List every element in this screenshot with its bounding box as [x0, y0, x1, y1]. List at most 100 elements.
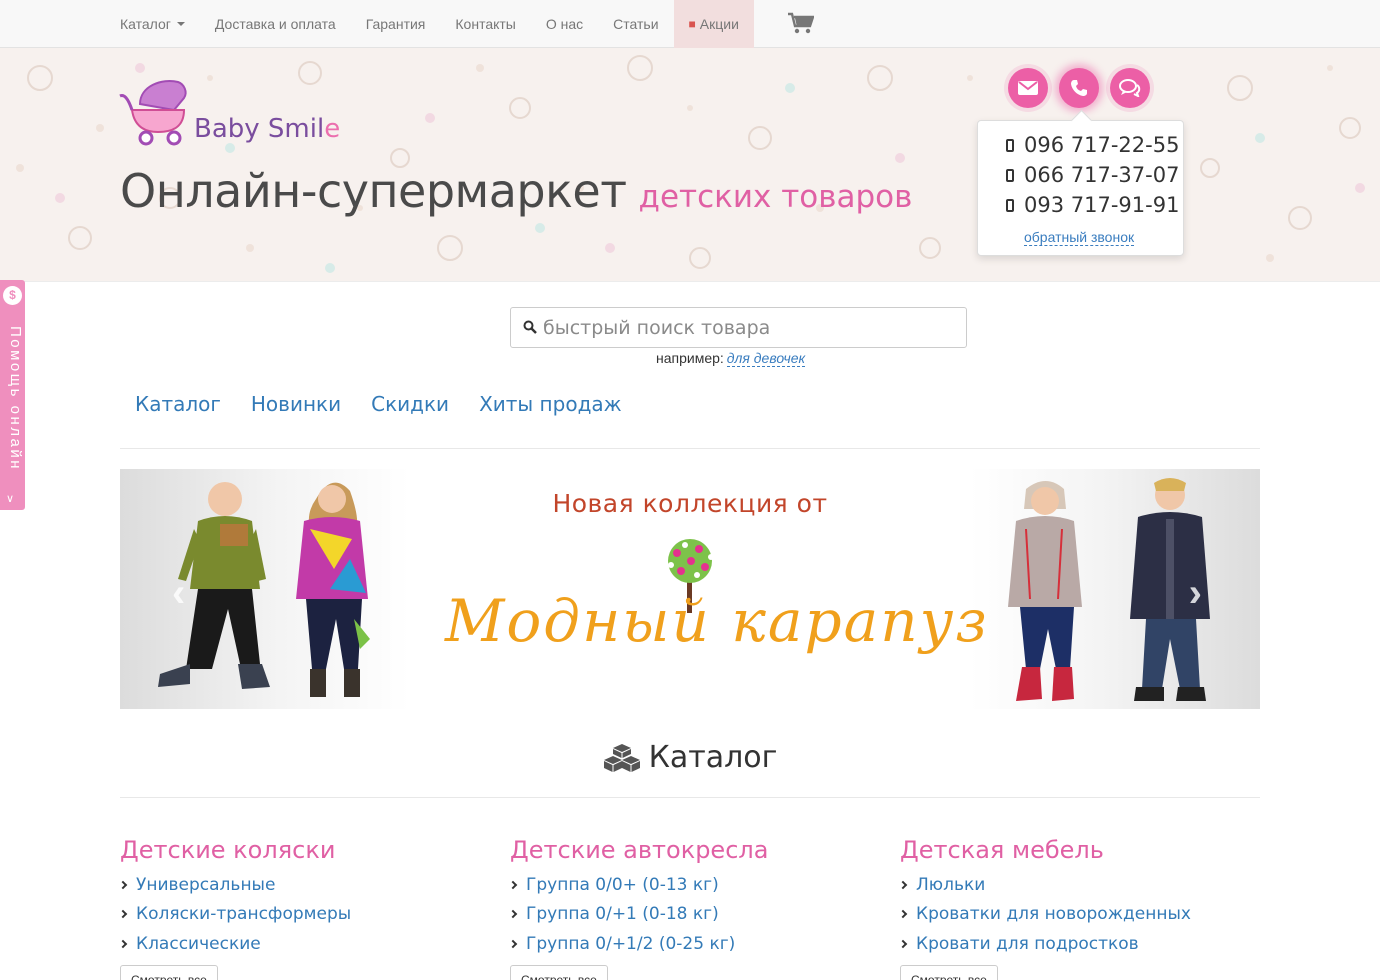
see-all-button[interactable]: Смотреть все — [510, 964, 608, 980]
nav-item-warranty[interactable]: Гарантия — [351, 0, 441, 48]
subcategory-link[interactable]: Группа 0/0+ (0-13 кг) — [508, 870, 870, 900]
search-example-link[interactable]: для девочек — [726, 350, 806, 367]
chevron-down-icon: ∨ — [6, 493, 15, 505]
logo-text: Baby Smile — [194, 114, 340, 144]
see-all-button[interactable]: Смотреть все — [900, 964, 998, 980]
phone-icon[interactable] — [1059, 68, 1099, 108]
subcategory-link[interactable]: Кровати для подростков — [898, 929, 1260, 959]
help-online-tab[interactable]: $ Помощь онлайн ∨ — [0, 280, 25, 510]
nav-item-promotions[interactable]: ■ Акции — [673, 0, 754, 48]
category-title[interactable]: Детские автокресла — [510, 836, 870, 864]
tab-bestsellers[interactable]: Хиты продаж — [464, 392, 637, 416]
contact-buttons — [1008, 68, 1150, 108]
subcategory-label: Группа 0/+1 (0-18 кг) — [526, 904, 719, 925]
subcategory-link[interactable]: Кроватки для новорожденных — [898, 900, 1260, 930]
chevron-right-icon — [118, 880, 128, 889]
subcategory-label: Кровати для подростков — [916, 933, 1139, 954]
search-input[interactable] — [543, 312, 953, 344]
catalog-column-furniture: Детская мебель Люльки Кроватки для новор… — [898, 836, 1260, 980]
nav-item-contacts[interactable]: Контакты — [440, 0, 530, 48]
phone-popover: 096 717-22-55 066 717-37-07 093 717-91-9… — [977, 120, 1184, 256]
top-navbar: Каталог Доставка и оплата Гарантия Конта… — [0, 0, 1380, 48]
subcategory-label: Коляски-трансформеры — [136, 904, 352, 925]
stroller-logo-icon — [119, 80, 187, 146]
help-tab-label: Помощь онлайн — [7, 326, 24, 471]
subcategory-label: Группа 0/+1/2 (0-25 кг) — [526, 933, 736, 954]
subcategory-link[interactable]: Универсальные — [118, 870, 480, 900]
nav-label: Доставка и оплата — [214, 16, 336, 32]
gift-icon: ■ — [688, 17, 696, 31]
tab-new[interactable]: Новинки — [236, 392, 356, 416]
carousel-prev-arrow[interactable]: ‹ — [172, 571, 185, 616]
tab-discounts[interactable]: Скидки — [356, 392, 464, 416]
help-chat-icon: $ — [3, 286, 22, 305]
logo-text-main: Baby Smil — [194, 114, 325, 144]
search-box — [510, 307, 967, 348]
banner-brand-script: Модный карапуз — [445, 587, 989, 655]
phone-number-row[interactable]: 096 717-22-55 — [1006, 133, 1179, 157]
category-title[interactable]: Детские коляски — [120, 836, 480, 864]
chevron-right-icon — [898, 939, 908, 948]
top-nav-menu: Каталог Доставка и оплата Гарантия Конта… — [105, 0, 754, 48]
nav-item-articles[interactable]: Статьи — [598, 0, 673, 48]
mobile-phone-icon — [1006, 168, 1014, 182]
catalog-heading: Каталог — [0, 740, 1380, 775]
subcategory-label: Кроватки для новорожденных — [916, 904, 1191, 925]
logo-text-accent: e — [324, 114, 341, 144]
subcategory-link[interactable]: Люльки — [898, 870, 1260, 900]
nav-label: Каталог — [120, 16, 171, 32]
divider — [120, 797, 1260, 798]
phone-number: 096 717-22-55 — [1024, 133, 1180, 157]
phone-number-row[interactable]: 066 717-37-07 — [1006, 163, 1179, 187]
search-example-prefix: например: — [656, 350, 724, 366]
subcategory-list: Группа 0/0+ (0-13 кг) Группа 0/+1 (0-18 … — [508, 870, 870, 959]
nav-label: Гарантия — [365, 16, 426, 32]
tab-catalog[interactable]: Каталог — [120, 392, 236, 416]
nav-item-about[interactable]: О нас — [531, 0, 598, 48]
cart-icon[interactable] — [788, 12, 814, 34]
phone-number-row[interactable]: 093 717-91-91 — [1006, 193, 1179, 217]
chevron-right-icon — [508, 910, 518, 919]
phone-number: 066 717-37-07 — [1024, 163, 1180, 187]
subcategory-list: Люльки Кроватки для новорожденных Кроват… — [898, 870, 1260, 959]
subcategory-link[interactable]: Группа 0/+1 (0-18 кг) — [508, 900, 870, 930]
mobile-phone-icon — [1006, 198, 1014, 212]
site-header: Baby Smile Онлайн-супермаркет детских тов… — [0, 48, 1380, 282]
nav-item-delivery[interactable]: Доставка и оплата — [200, 0, 351, 48]
chevron-right-icon — [118, 939, 128, 948]
callback-link[interactable]: обратный звонок — [1024, 229, 1135, 246]
subcategory-link[interactable]: Группа 0/+1/2 (0-25 кг) — [508, 929, 870, 959]
promo-carousel[interactable]: Новая коллекция от Модный карапуз ‹ › — [120, 469, 1260, 709]
category-title[interactable]: Детская мебель — [900, 836, 1260, 864]
headline-accent: детских товаров — [638, 179, 913, 215]
banner-title: Новая коллекция от — [552, 489, 828, 518]
subcategory-link[interactable]: Коляски-трансформеры — [118, 900, 480, 930]
headline-main: Онлайн-супермаркет — [120, 164, 627, 218]
catalog-column-car-seats: Детские автокресла Группа 0/0+ (0-13 кг)… — [508, 836, 870, 980]
nav-label: О нас — [545, 16, 584, 32]
caret-down-icon — [176, 22, 185, 26]
subcategory-label: Универсальные — [136, 874, 276, 895]
chevron-right-icon — [508, 939, 518, 948]
phone-number: 093 717-91-91 — [1024, 193, 1180, 217]
site-logo[interactable]: Baby Smile — [118, 74, 348, 146]
see-all-button[interactable]: Смотреть все — [120, 964, 218, 980]
subcategory-list: Универсальные Коляски-трансформеры Класс… — [118, 870, 480, 959]
envelope-icon[interactable] — [1008, 68, 1048, 108]
nav-label: Акции — [699, 16, 739, 32]
cubes-icon — [603, 744, 640, 772]
carousel-next-arrow[interactable]: › — [1189, 571, 1202, 616]
chevron-right-icon — [898, 880, 908, 889]
catalog-column-strollers: Детские коляски Универсальные Коляски-тр… — [118, 836, 480, 980]
chat-icon[interactable] — [1110, 68, 1150, 108]
chevron-right-icon — [118, 910, 128, 919]
subcategory-link[interactable]: Классические — [118, 929, 480, 959]
search-example: например: для девочек — [656, 350, 806, 367]
site-headline: Онлайн-супермаркет детских товаров — [120, 164, 912, 218]
subcategory-label: Классические — [136, 933, 261, 954]
nav-item-catalog[interactable]: Каталог — [105, 0, 200, 48]
search-icon — [523, 320, 537, 334]
divider — [120, 448, 1260, 449]
nav-label: Контакты — [455, 16, 516, 32]
subcategory-label: Группа 0/0+ (0-13 кг) — [526, 874, 719, 895]
